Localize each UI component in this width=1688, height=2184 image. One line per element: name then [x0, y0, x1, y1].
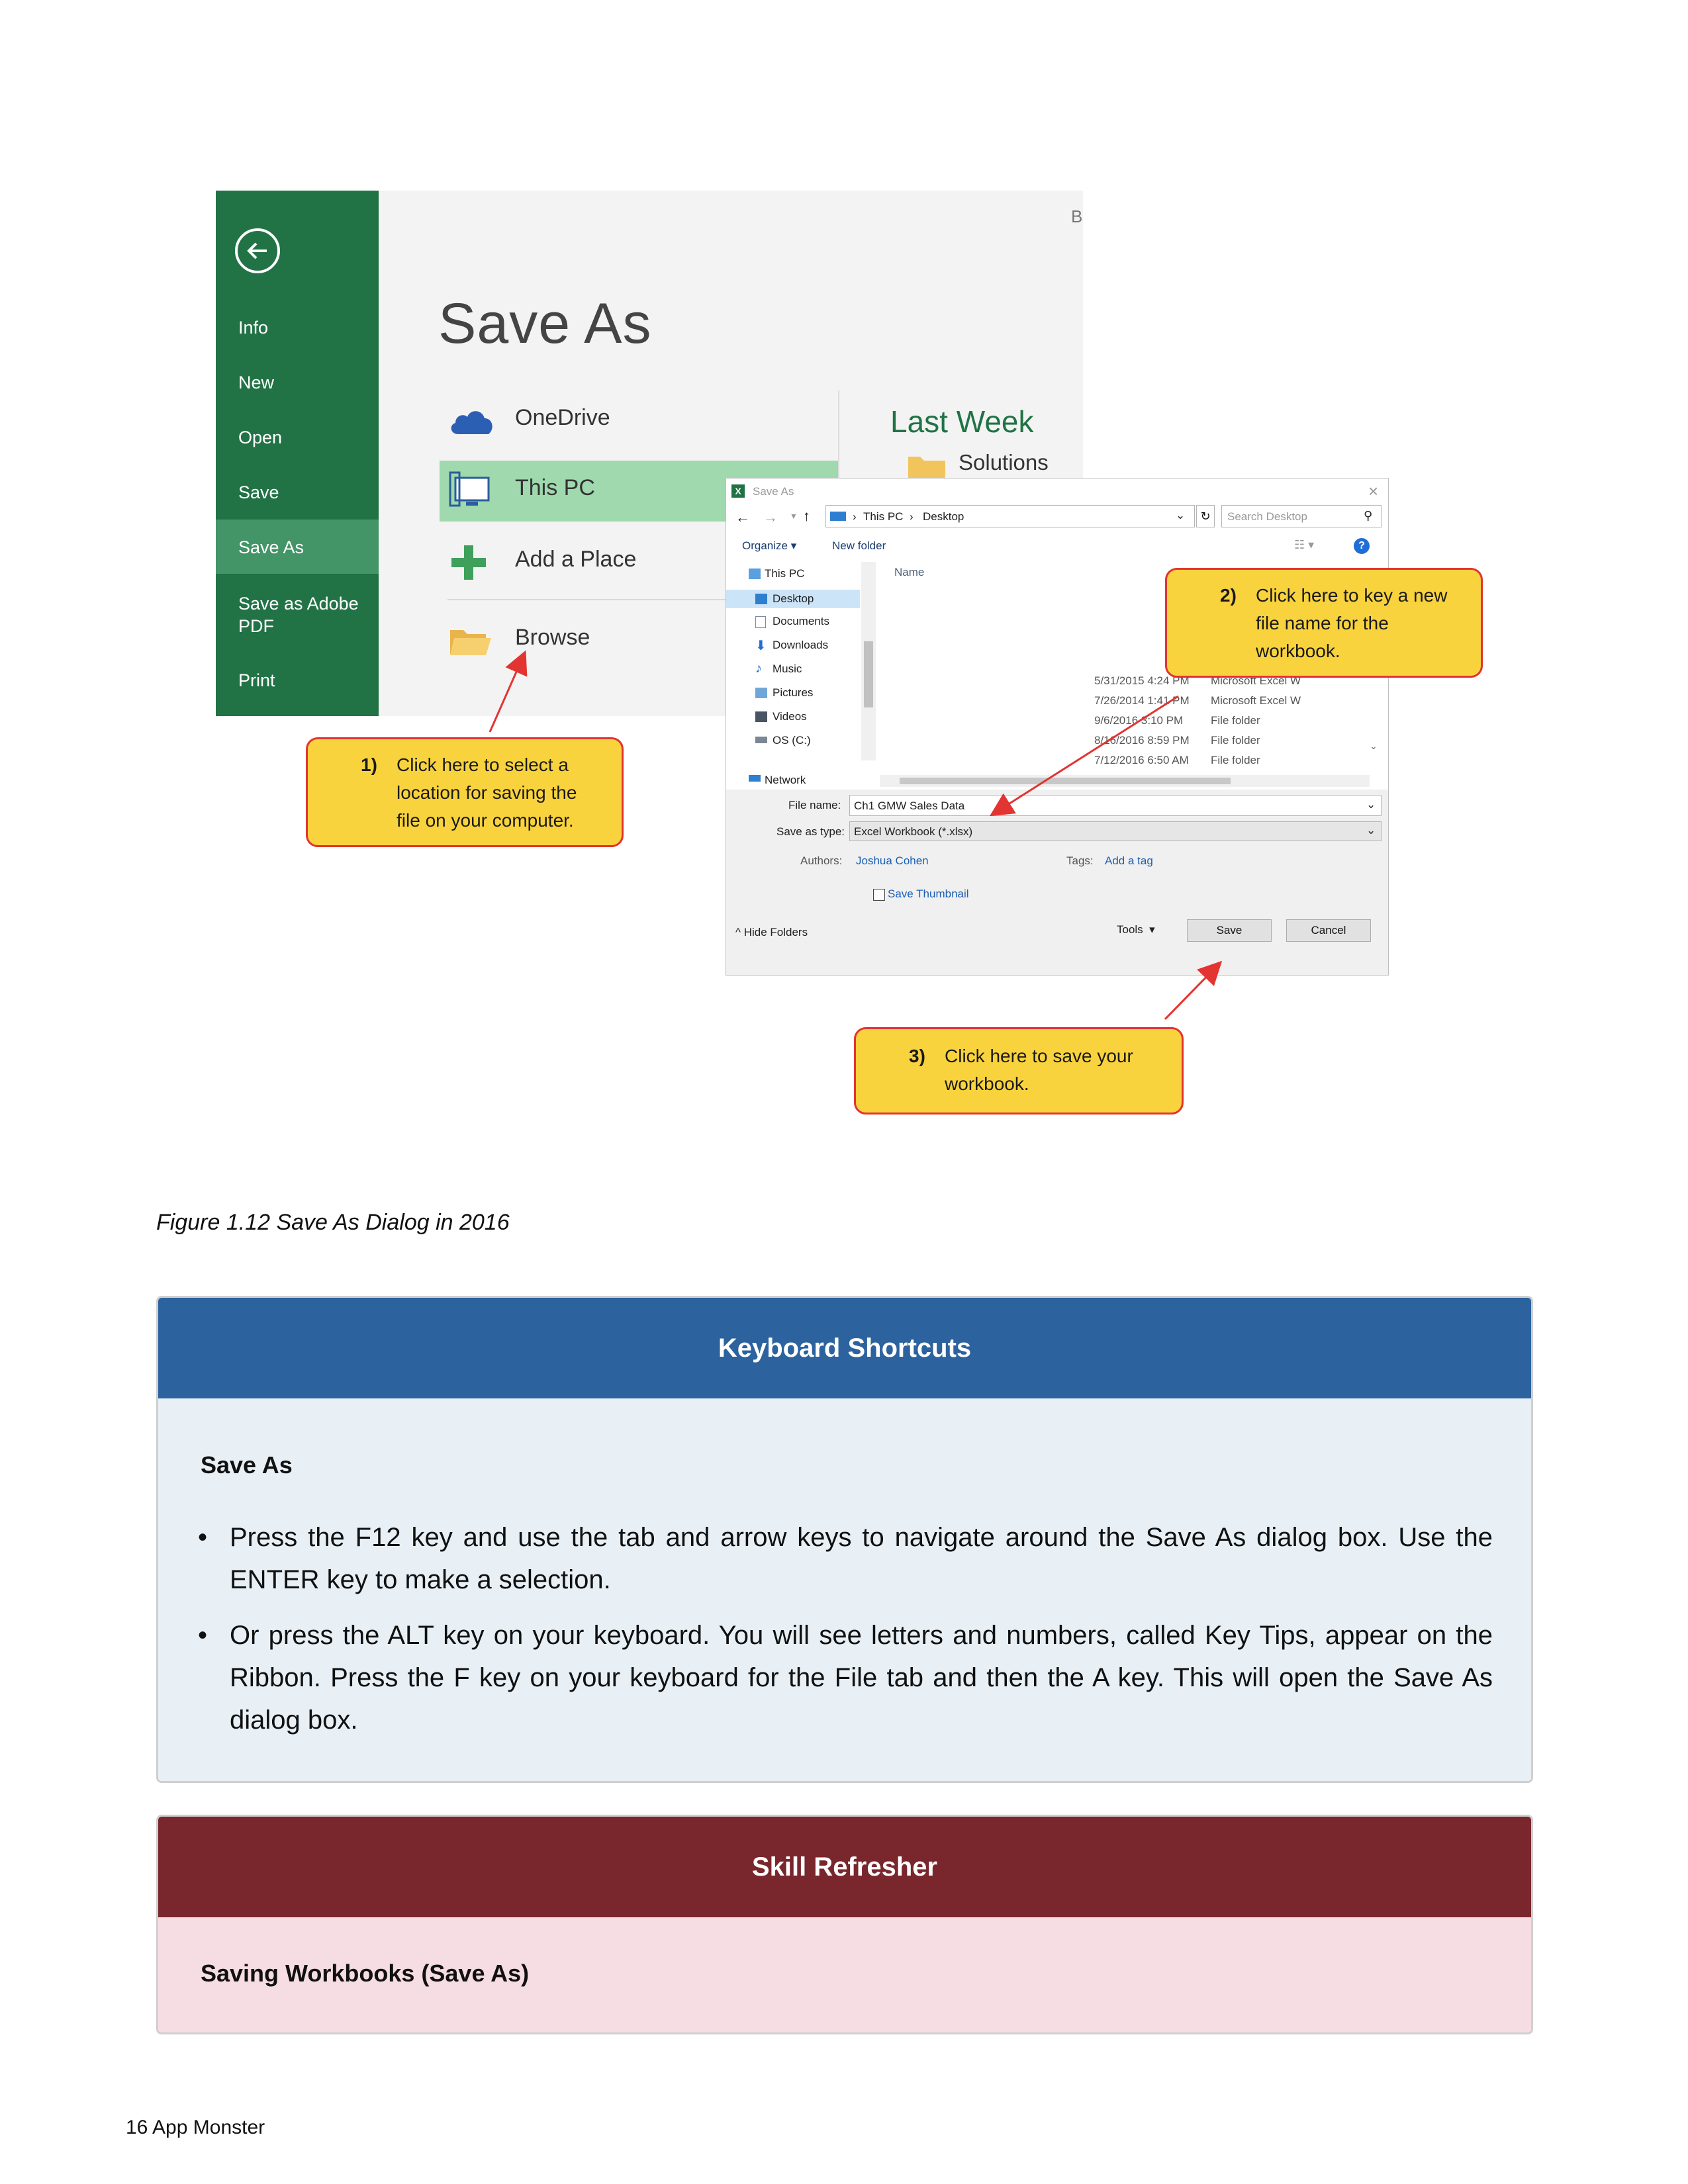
- callout-number: 2): [1220, 585, 1237, 606]
- bullet-text: Or press the ALT key on your keyboard. Y…: [230, 1621, 1493, 1735]
- box-body: Saving Workbooks (Save As): [158, 1917, 1531, 2032]
- callout-number: 1): [361, 754, 377, 775]
- list-item: • Or press the ALT key on your keyboard.…: [198, 1614, 1495, 1741]
- box-subtitle: Save As: [201, 1451, 293, 1479]
- callout-1: 1) Click here to select a location for s…: [306, 737, 624, 847]
- callout-text: workbook.: [945, 1073, 1029, 1094]
- box-header: Keyboard Shortcuts: [158, 1298, 1531, 1398]
- callout-2: 2) Click here to key a new file name for…: [1165, 568, 1483, 678]
- bullet-icon: •: [198, 1621, 208, 1650]
- bullet-icon: •: [198, 1523, 208, 1552]
- skill-refresher-box: Skill Refresher Saving Workbooks (Save A…: [156, 1815, 1533, 2034]
- callout-text: Click here to save your: [945, 1046, 1133, 1066]
- figure-caption: Figure 1.12 Save As Dialog in 2016: [156, 1210, 510, 1235]
- page-footer: 16 App Monster: [126, 2116, 265, 2138]
- callout-text: file name for the: [1256, 613, 1389, 633]
- callout-3: 3) Click here to save your workbook.: [854, 1027, 1184, 1115]
- callout-text: Click here to key a new: [1256, 585, 1448, 606]
- bullet-text: Press the F12 key and use the tab and ar…: [230, 1523, 1493, 1594]
- box-subtitle: Saving Workbooks (Save As): [201, 1960, 530, 1987]
- box-body: Save As • Press the F12 key and use the …: [158, 1398, 1531, 1781]
- keyboard-shortcuts-box: Keyboard Shortcuts Save As • Press the F…: [156, 1296, 1533, 1783]
- callout-number: 3): [909, 1046, 925, 1066]
- callout-text: workbook.: [1256, 641, 1340, 661]
- callout-text: location for saving the: [397, 782, 577, 803]
- callout-text: file on your computer.: [397, 810, 574, 831]
- box-header: Skill Refresher: [158, 1817, 1531, 1917]
- list-item: • Press the F12 key and use the tab and …: [198, 1516, 1495, 1602]
- save-as-figure: Info New Open Save Save As Save as Adobe…: [0, 0, 1688, 1138]
- callout-text: Click here to select a: [397, 754, 569, 775]
